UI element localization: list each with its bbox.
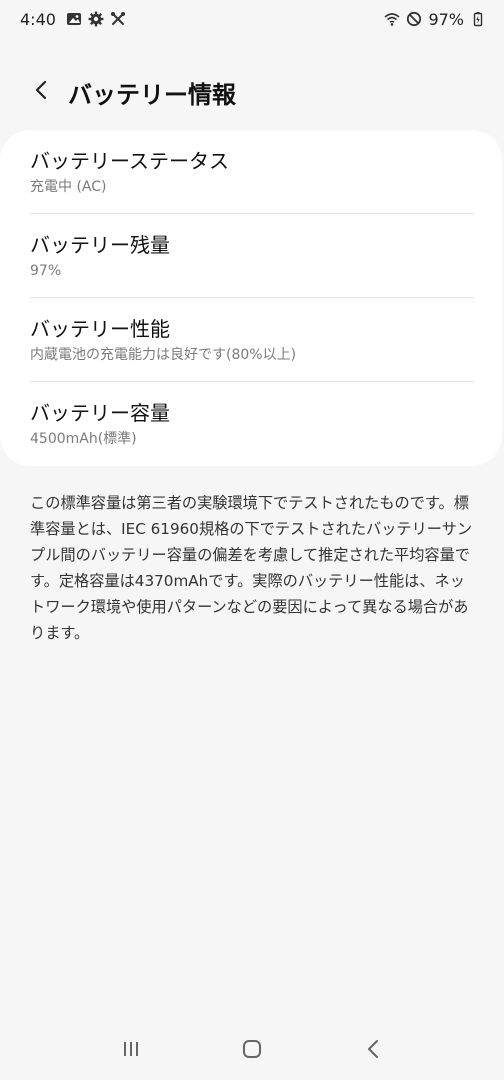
back-nav-button[interactable] [353, 1031, 393, 1071]
item-title: バッテリー容量 [30, 401, 170, 425]
item-subtitle: 充電中 (AC) [30, 179, 107, 195]
navigation-bar [0, 1022, 504, 1080]
back-button[interactable] [22, 72, 62, 112]
status-right: 97% [384, 10, 486, 29]
home-icon [241, 1038, 263, 1064]
wifi-icon [384, 11, 400, 27]
recent-apps-button[interactable] [111, 1031, 151, 1071]
item-title: バッテリーステータス [30, 149, 229, 173]
status-left: 4:40 [20, 10, 126, 29]
do-not-disturb-icon [406, 11, 422, 27]
settings-icon [88, 11, 104, 27]
battery-level-item[interactable]: バッテリー残量 97% [30, 214, 474, 298]
home-button[interactable] [232, 1031, 272, 1071]
item-subtitle: 97% [30, 263, 62, 279]
item-subtitle: 4500mAh(標準) [30, 431, 137, 447]
back-icon [362, 1038, 384, 1064]
page-title: バッテリー情報 [68, 80, 236, 109]
gallery-icon [66, 11, 82, 27]
battery-info-card: バッテリーステータス 充電中 (AC) バッテリー残量 97% バッテリー性能 … [0, 130, 502, 466]
battery-capacity-item[interactable]: バッテリー容量 4500mAh(標準) [30, 382, 474, 466]
battery-percent: 97% [428, 9, 464, 29]
status-bar: 4:40 97% [0, 0, 504, 38]
item-title: バッテリー残量 [30, 233, 170, 257]
header: バッテリー情報 [0, 68, 504, 116]
item-title: バッテリー性能 [30, 317, 170, 341]
recent-apps-icon [120, 1038, 142, 1064]
status-time: 4:40 [20, 9, 56, 29]
battery-status-item[interactable]: バッテリーステータス 充電中 (AC) [30, 130, 474, 214]
back-arrow-icon [31, 79, 53, 105]
capacity-note: この標準容量は第三者の実験環境下でテストされたものです。標準容量とは、IEC 6… [30, 494, 473, 642]
battery-charging-icon [470, 11, 486, 27]
item-subtitle: 内蔵電池の充電能力は良好です(80%以上) [30, 347, 297, 363]
battery-performance-item[interactable]: バッテリー性能 内蔵電池の充電能力は良好です(80%以上) [30, 298, 474, 382]
tools-icon [110, 11, 126, 27]
